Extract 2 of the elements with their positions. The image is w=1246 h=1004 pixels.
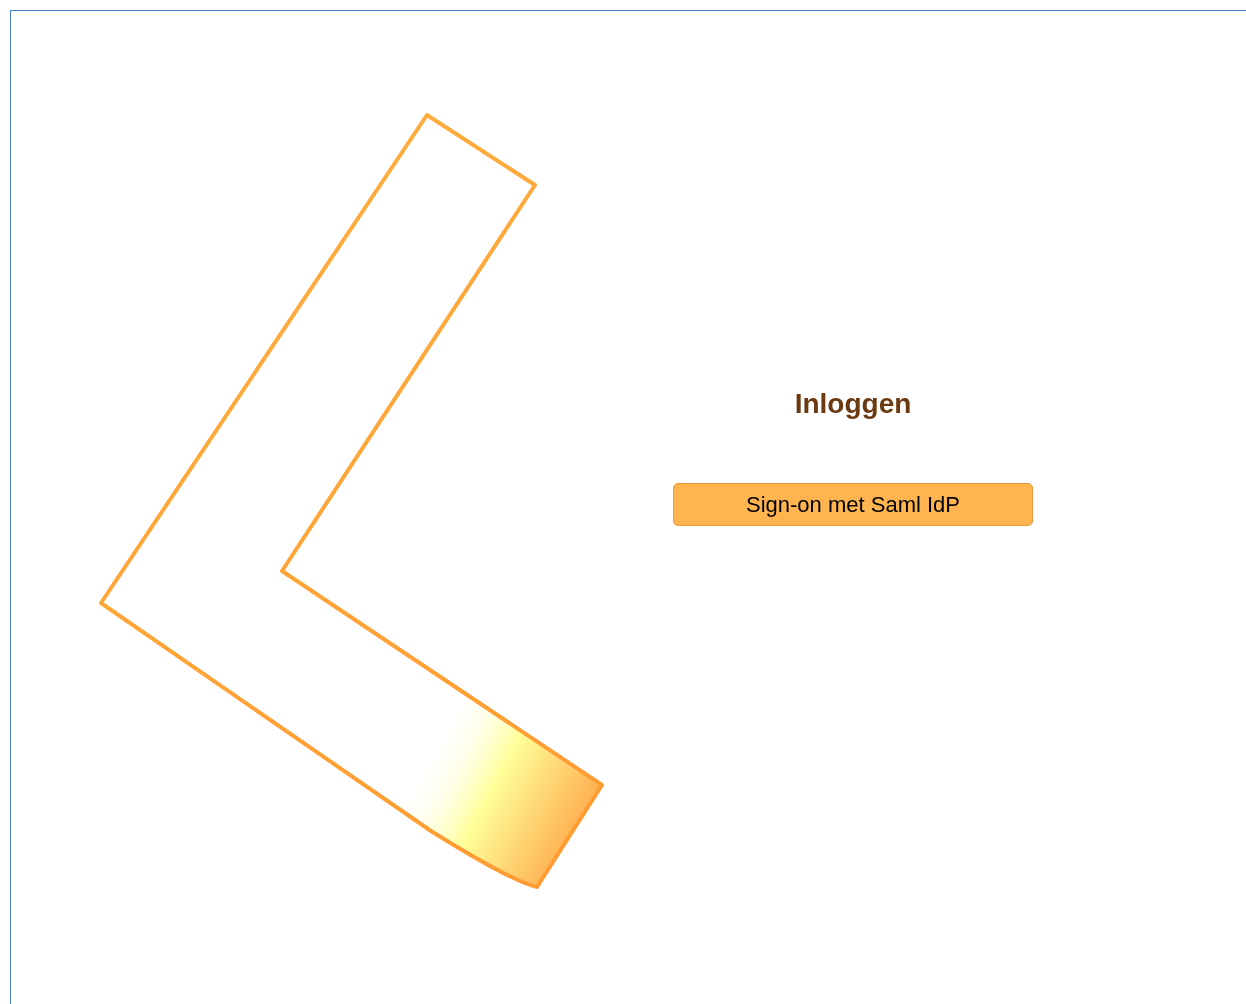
sign-on-button[interactable]: Sign-on met Saml IdP xyxy=(673,483,1033,526)
login-heading: Inloggen xyxy=(794,387,912,421)
